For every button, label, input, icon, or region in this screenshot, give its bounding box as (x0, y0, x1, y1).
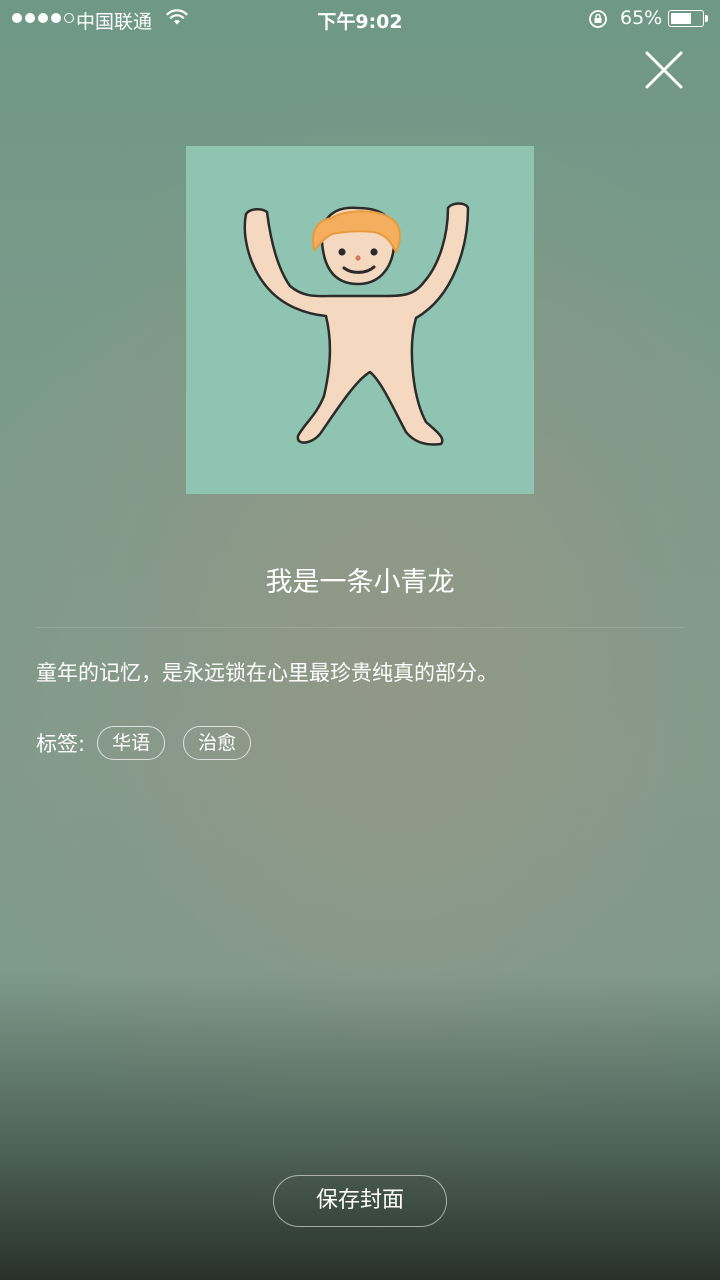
status-bar: 中国联通 下午9:02 65% (0, 0, 720, 38)
tag-chip[interactable]: 治愈 (183, 726, 252, 760)
tags-label: 标签: (36, 732, 86, 756)
song-description: 童年的记忆，是永远锁在心里最珍贵纯真的部分。 (36, 661, 498, 685)
battery-percentage: 65% (620, 7, 663, 29)
tag-chip[interactable]: 华语 (97, 726, 166, 760)
battery-icon (668, 10, 708, 27)
status-time: 下午9:02 (317, 11, 403, 33)
divider (36, 627, 684, 628)
album-cover (186, 146, 534, 494)
tags-row: 标签: 华语 治愈 (36, 726, 252, 760)
song-title: 我是一条小青龙 (265, 567, 455, 598)
save-cover-button[interactable]: 保存封面 (273, 1175, 447, 1227)
cartoon-figure-illustration (243, 202, 470, 446)
close-icon[interactable] (640, 46, 688, 94)
orientation-lock-icon (589, 10, 607, 28)
